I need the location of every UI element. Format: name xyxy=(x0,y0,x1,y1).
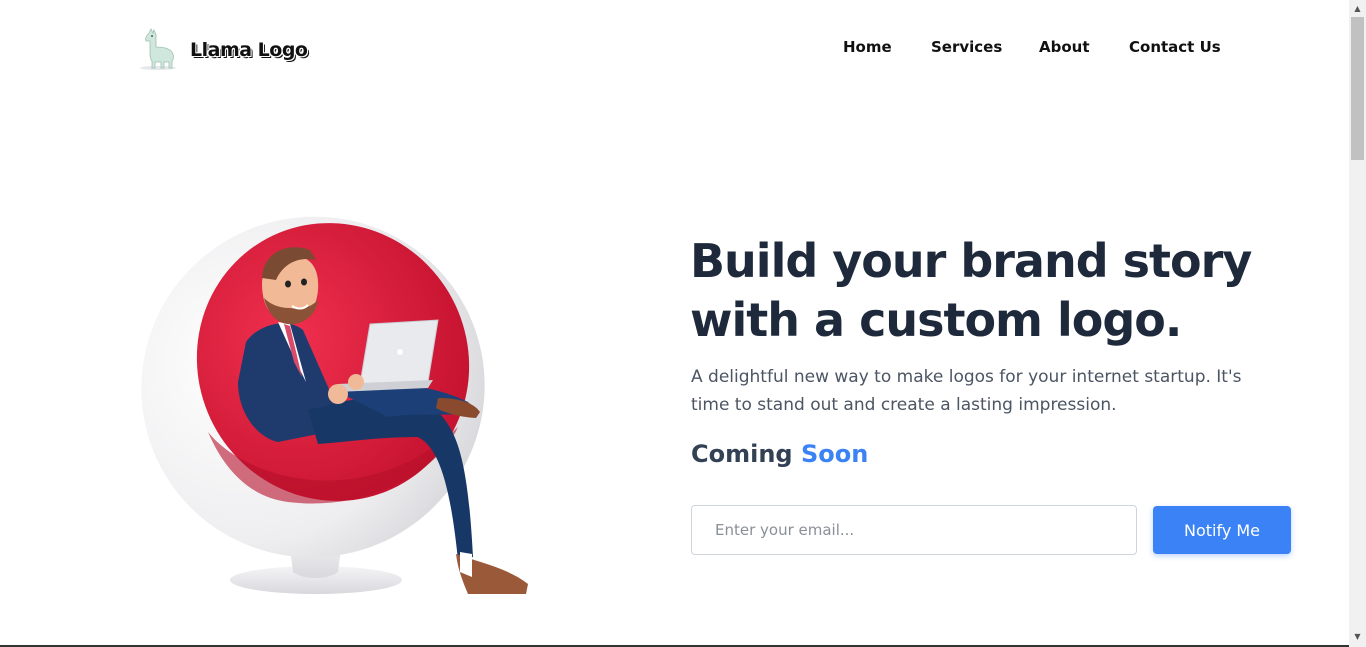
nav-about[interactable]: About xyxy=(1039,38,1099,56)
logo-text: Llama Logo xyxy=(190,39,308,61)
chevron-down-icon[interactable]: ▼ xyxy=(1349,628,1366,645)
site-logo[interactable]: Llama Logo xyxy=(138,26,308,72)
hero-title: Build your brand story with a custom log… xyxy=(690,232,1290,350)
chevron-up-icon[interactable]: ▲ xyxy=(1349,0,1366,17)
hero-description-line1: A delightful new way to make logos for y… xyxy=(691,367,1242,387)
email-input[interactable] xyxy=(691,505,1137,555)
nav-home[interactable]: Home xyxy=(843,38,903,56)
coming-soon-heading: Coming Soon xyxy=(691,440,868,468)
hero-description-line2: time to stand out and create a lasting i… xyxy=(691,395,1117,415)
nav-services[interactable]: Services xyxy=(931,38,1021,56)
notify-me-button[interactable]: Notify Me xyxy=(1153,506,1291,554)
vertical-scrollbar[interactable]: ▲ ▼ xyxy=(1349,0,1366,647)
hero-description: A delightful new way to make logos for y… xyxy=(691,363,1271,419)
coming-text: Coming xyxy=(691,440,793,468)
nav-contact-us[interactable]: Contact Us xyxy=(1129,38,1239,56)
hero-title-line1: Build your brand story xyxy=(690,234,1252,288)
scrollbar-thumb[interactable] xyxy=(1351,17,1364,160)
landing-page: Llama Logo Home Services About Contact U… xyxy=(0,0,1349,647)
hero-illustration xyxy=(141,216,528,594)
soon-text: Soon xyxy=(800,440,869,468)
hero-title-line2: with a custom logo. xyxy=(690,293,1182,347)
llama-icon xyxy=(140,28,176,70)
